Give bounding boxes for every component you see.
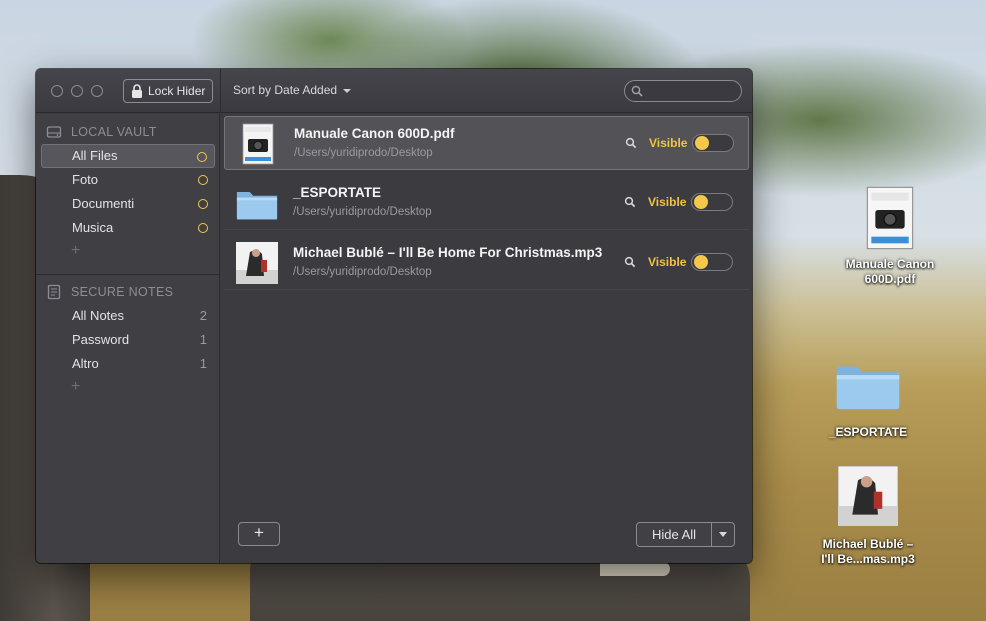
sidebar-item-foto[interactable]: Foto [41,168,215,192]
file-path: /Users/yuridiprodo/Desktop [294,147,433,159]
sidebar-divider [36,274,220,275]
visibility-status: Visible [648,195,687,209]
note-icon [47,284,61,300]
sidebar-item-documenti[interactable]: Documenti [41,192,215,216]
sidebar-item-altro[interactable]: Altro 1 [41,352,215,376]
add-file-button[interactable]: + [238,522,280,546]
visibility-toggle[interactable] [691,253,733,271]
desktop-icon-bublé-mp3[interactable]: Michael Bublé – I'll Be...mas.mp3 [808,465,928,567]
status-dot-icon [198,175,208,185]
sidebar-item-password[interactable]: Password 1 [41,328,215,352]
visibility-toggle[interactable] [691,193,733,211]
local-vault-heading: LOCAL VAULT [71,125,157,139]
sidebar-item-all-files[interactable]: All Files [41,144,215,168]
lock-hider-button[interactable]: Lock Hider [123,79,213,103]
wallpaper-tusk [600,562,670,576]
sidebar-item-label: Documenti [72,196,135,211]
status-dot-icon [198,199,208,209]
file-row[interactable]: Michael Bublé – I'll Be Home For Christm… [224,236,749,290]
chevron-down-icon[interactable] [719,532,727,537]
lock-hider-label: Lock Hider [148,84,206,98]
visibility-toggle[interactable] [692,134,734,152]
note-count: 2 [199,308,207,323]
desktop-icon-label: _ESPORTATE [828,425,908,439]
search-icon [631,85,643,97]
visibility-status: Visible [649,136,688,150]
sidebar-item-label: Password [72,332,130,347]
add-vault-folder-button[interactable]: + [71,242,80,260]
file-name: Manuale Canon 600D.pdf [294,126,455,141]
hide-all-button[interactable]: Hide All [636,522,735,547]
sidebar-item-musica[interactable]: Musica [41,216,215,240]
reveal-in-finder-icon[interactable] [624,256,636,268]
reveal-in-finder-icon[interactable] [625,137,637,149]
minimize-window-button[interactable] [71,85,83,97]
file-row[interactable]: Manuale Canon 600D.pdf /Users/yuridiprod… [224,116,749,170]
status-dot-icon [198,223,208,233]
title-divider [220,69,221,113]
note-count: 1 [199,332,207,347]
desktop-icon-esportate-folder[interactable]: _ESPORTATE [808,358,928,440]
file-name: _ESPORTATE [293,185,382,200]
pdf-file-icon [866,186,914,250]
pdf-thumbnail-icon [242,123,274,165]
secure-notes-heading: SECURE NOTES [71,285,174,299]
file-path: /Users/yuridiprodo/Desktop [293,266,432,278]
hider-window: Lock Hider Sort by Date Added LOCAL VAUL… [36,69,752,563]
toggle-knob [695,136,709,150]
add-note-category-button[interactable]: + [71,378,80,396]
sidebar-item-label: All Files [72,148,118,163]
chevron-down-icon[interactable] [343,89,351,93]
sidebar-item-label: All Notes [72,308,125,323]
visibility-status: Visible [648,255,687,269]
toggle-knob [694,195,708,209]
sidebar-item-label: Foto [72,172,99,187]
desktop-icon-label: Michael Bublé – I'll Be...mas.mp3 [821,537,915,566]
file-list: Manuale Canon 600D.pdf /Users/yuridiprod… [221,114,752,563]
sidebar: LOCAL VAULT All Files Foto Documenti Mus… [36,114,220,563]
lock-icon [132,84,142,98]
title-bar: Lock Hider Sort by Date Added [36,69,752,113]
file-row[interactable]: _ESPORTATE /Users/yuridiprodo/Desktop Vi… [224,176,749,230]
sidebar-item-label: Musica [72,220,114,235]
close-window-button[interactable] [51,85,63,97]
folder-icon [236,192,278,220]
zoom-window-button[interactable] [91,85,103,97]
file-path: /Users/yuridiprodo/Desktop [293,206,432,218]
sort-dropdown[interactable]: Sort by Date Added [233,83,337,97]
sidebar-item-all-notes[interactable]: All Notes 2 [41,304,215,328]
album-art-icon [236,242,278,284]
reveal-in-finder-icon[interactable] [624,196,636,208]
toggle-knob [694,255,708,269]
sidebar-item-label: Altro [72,356,99,371]
hard-drive-icon [46,126,62,138]
hide-all-label: Hide All [637,523,712,546]
file-name: Michael Bublé – I'll Be Home For Christm… [293,245,603,260]
desktop-icon-label: Manuale Canon 600D.pdf [845,257,935,286]
status-dot-icon [197,152,207,162]
note-count: 1 [199,356,207,371]
desktop-icon-manuale-pdf[interactable]: Manuale Canon 600D.pdf [830,186,950,287]
folder-icon [836,366,900,410]
album-art-icon [837,465,899,527]
